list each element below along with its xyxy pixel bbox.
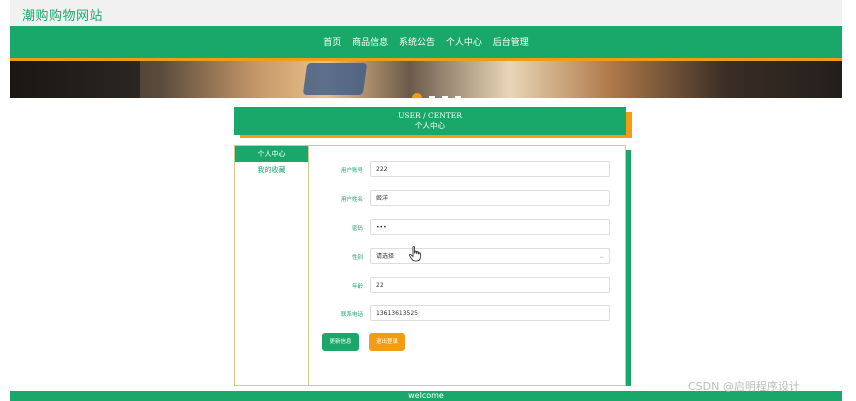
form-row-name: 用户姓名 姬洋 xyxy=(309,190,625,208)
password-label: 密码 xyxy=(351,226,363,232)
site-title[interactable]: 潮购购物网站 xyxy=(22,5,103,24)
carousel-dots xyxy=(412,87,462,98)
phone-label: 联系电话 xyxy=(340,312,363,318)
form-row-phone: 联系电话 13613613525 xyxy=(309,305,625,323)
gender-select[interactable]: 请选择 ⌄ xyxy=(370,248,610,264)
user-center-panel: 个人中心 我的收藏 用户账号 222 用户姓名 姬洋 密码 ••• 性别 请选择… xyxy=(234,145,626,386)
carousel-dot[interactable] xyxy=(429,96,436,98)
sidebar-item-favorites[interactable]: 我的收藏 xyxy=(235,162,308,178)
phone-input[interactable]: 13613613525 xyxy=(370,305,610,321)
banner-phone-image xyxy=(302,63,368,95)
banner-carousel[interactable] xyxy=(10,61,842,98)
password-input[interactable]: ••• xyxy=(370,219,610,235)
chevron-down-icon: ⌄ xyxy=(598,253,604,260)
account-input[interactable]: 222 xyxy=(370,161,610,177)
name-input[interactable]: 姬洋 xyxy=(370,190,610,206)
sidebar-item-user-center[interactable]: 个人中心 xyxy=(235,146,308,162)
nav-user-center[interactable]: 个人中心 xyxy=(446,35,482,48)
sidebar: 个人中心 我的收藏 xyxy=(235,146,309,385)
account-label: 用户账号 xyxy=(340,168,363,174)
gender-select-value: 请选择 xyxy=(376,253,395,260)
panel-accent xyxy=(626,150,631,386)
age-label: 年龄 xyxy=(351,284,363,290)
card-title: USER / CENTER 个人中心 xyxy=(234,107,626,135)
site-header: 潮购购物网站 xyxy=(10,0,842,26)
carousel-dot[interactable] xyxy=(442,96,449,98)
age-input[interactable]: 22 xyxy=(370,277,610,293)
card-title-cn: 个人中心 xyxy=(415,121,445,130)
watermark: CSDN @启明程序设计 xyxy=(688,380,800,393)
carousel-dot[interactable] xyxy=(455,96,462,98)
nav-products[interactable]: 商品信息 xyxy=(352,35,388,48)
form-row-account: 用户账号 222 xyxy=(309,161,625,179)
form-row-password: 密码 ••• xyxy=(309,219,625,237)
name-label: 用户姓名 xyxy=(340,197,363,203)
update-info-button[interactable]: 更新信息 xyxy=(322,333,359,351)
gender-label: 性别 xyxy=(351,255,363,261)
logout-button[interactable]: 退出登录 xyxy=(369,333,405,351)
nav-home[interactable]: 首页 xyxy=(323,35,341,48)
hand-cursor-icon xyxy=(409,246,421,262)
carousel-dot-active[interactable] xyxy=(412,92,422,98)
card-title-en: USER / CENTER xyxy=(398,111,462,120)
nav-announcements[interactable]: 系统公告 xyxy=(399,35,435,48)
profile-form: 用户账号 222 用户姓名 姬洋 密码 ••• 性别 请选择 ⌄ 年龄 22 联… xyxy=(309,146,625,385)
form-row-gender: 性别 请选择 ⌄ xyxy=(309,248,625,266)
nav-admin[interactable]: 后台管理 xyxy=(493,35,529,48)
nav-bar: 首页 商品信息 系统公告 个人中心 后台管理 xyxy=(10,26,842,61)
footer-welcome-text: welcome xyxy=(408,391,444,400)
form-row-age: 年龄 22 xyxy=(309,277,625,295)
